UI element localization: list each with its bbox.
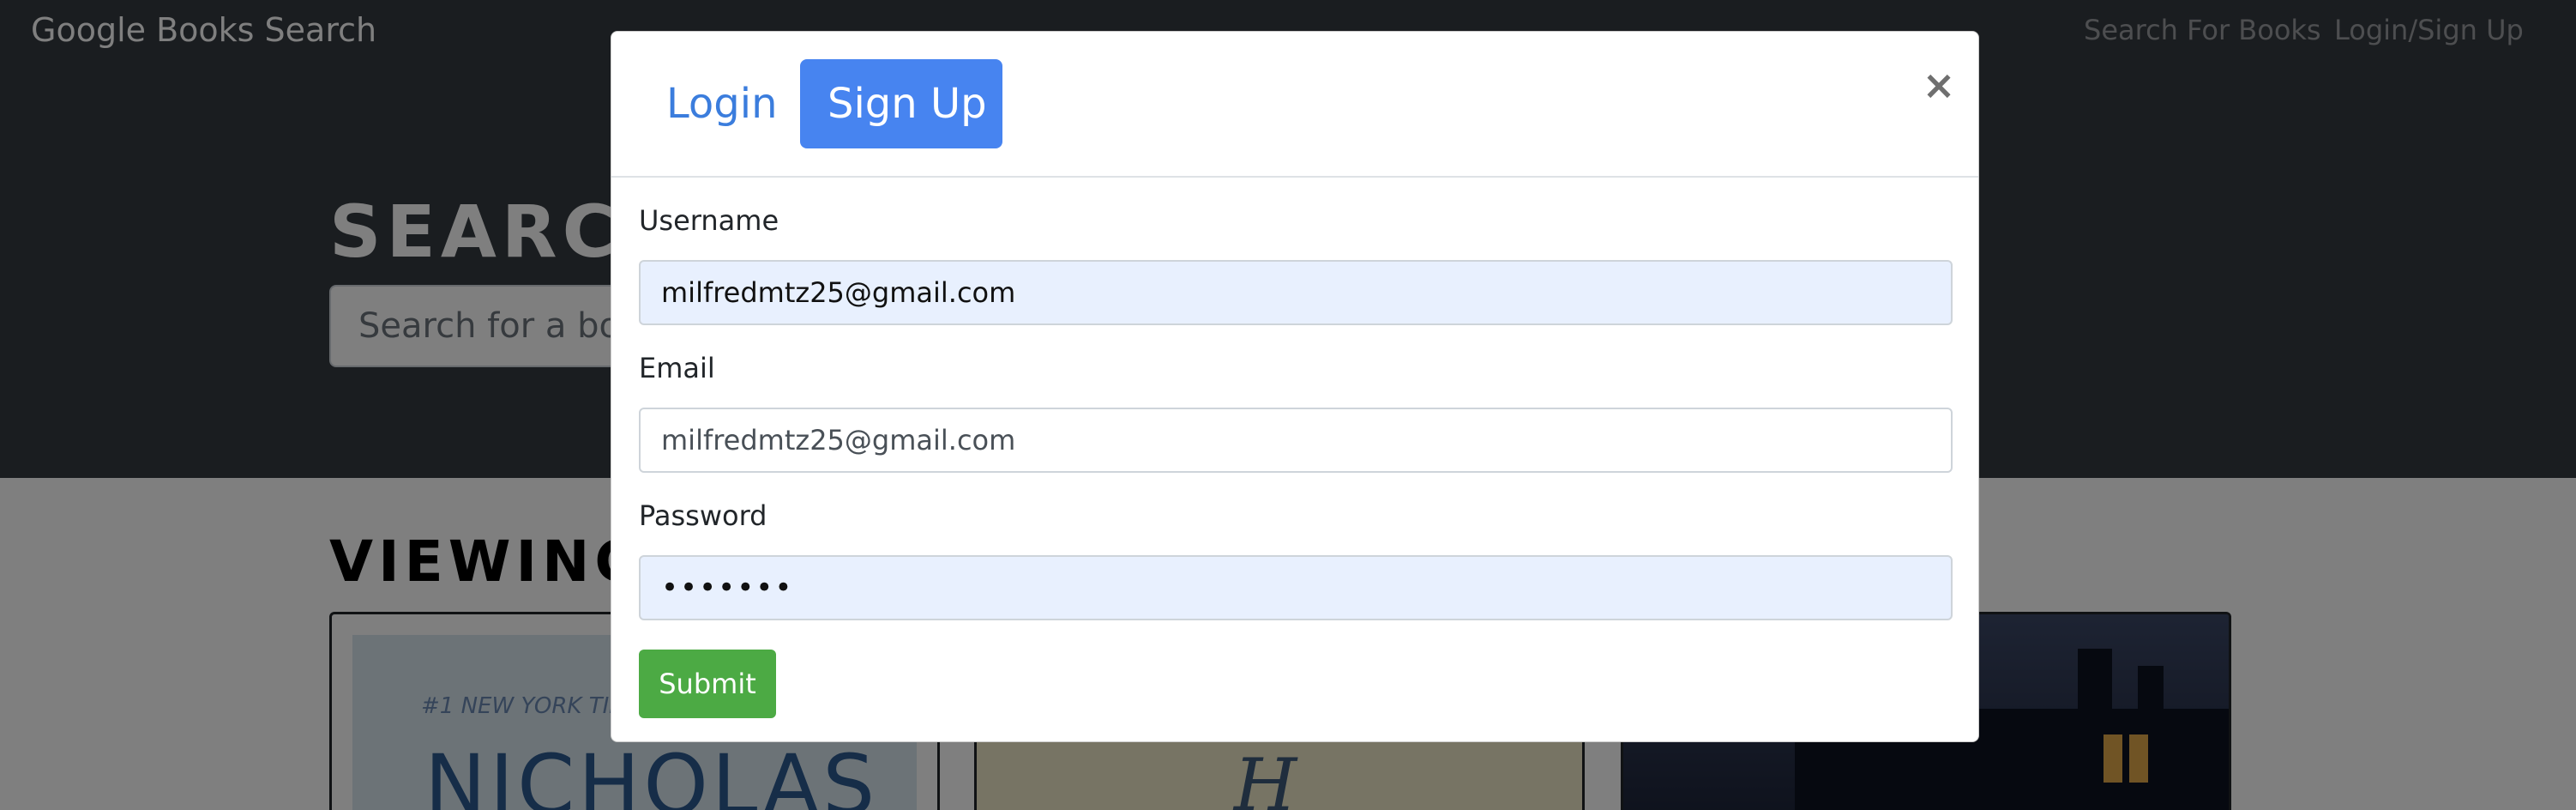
username-label: Username (639, 204, 779, 237)
tab-login[interactable]: Login (639, 59, 805, 148)
modal-header: Login Sign Up × (611, 32, 1978, 178)
password-field[interactable]: ••••••• (639, 555, 1953, 620)
email-field[interactable]: milfredmtz25@gmail.com (639, 408, 1953, 473)
signup-modal: Login Sign Up × Username milfredmtz25@gm… (611, 31, 1979, 742)
submit-button[interactable]: Submit (639, 650, 776, 718)
close-icon[interactable]: × (1920, 65, 1958, 105)
password-label: Password (639, 499, 767, 532)
username-field[interactable]: milfredmtz25@gmail.com (639, 260, 1953, 325)
tab-signup[interactable]: Sign Up (800, 59, 1002, 148)
email-label: Email (639, 352, 715, 384)
